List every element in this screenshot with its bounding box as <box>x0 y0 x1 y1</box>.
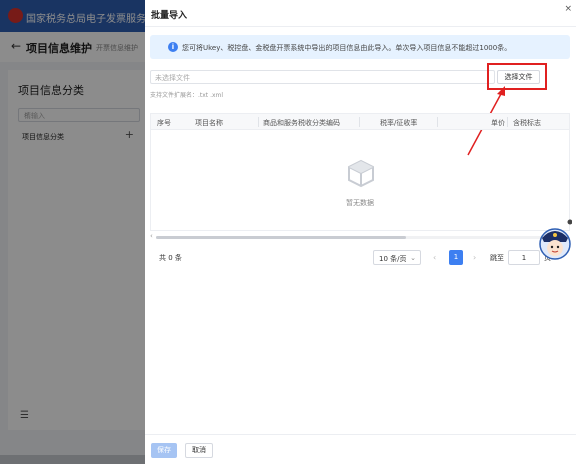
column-header: 商品和服务税收分类编码 <box>263 119 340 127</box>
annotation-arrow <box>467 86 505 156</box>
assistant-mascot-icon[interactable] <box>528 218 572 270</box>
total-count: 共 0 条 <box>159 254 182 262</box>
column-header: 序号 <box>157 119 171 127</box>
empty-text: 暂无数据 <box>346 199 374 207</box>
column-separator <box>359 117 360 127</box>
column-separator <box>437 117 438 127</box>
empty-box-icon <box>348 159 374 188</box>
cancel-button[interactable]: 取消 <box>185 443 213 458</box>
column-separator <box>258 117 259 127</box>
scroll-thumb[interactable] <box>156 236 406 239</box>
next-page-icon[interactable]: › <box>473 253 476 262</box>
batch-import-drawer: 批量导入 × i 您可将Ukey、税控盘、金税盘开票系统中导出的项目信息由此导入… <box>145 0 576 464</box>
horizontal-scrollbar[interactable]: ‹ <box>150 232 570 240</box>
table-header: 序号 项目名称 商品和服务税收分类编码 税率/征收率 单价 含税标志 <box>151 114 569 130</box>
page-size-value: 10 条/页 <box>379 255 407 263</box>
column-header: 含税标志 <box>513 119 541 127</box>
chevron-down-icon: ⌄ <box>410 254 416 262</box>
column-separator <box>507 117 508 127</box>
column-header: 单价 <box>491 119 505 127</box>
current-page-button[interactable]: 1 <box>449 250 463 265</box>
footer-divider <box>145 434 576 435</box>
column-header: 项目名称 <box>195 119 223 127</box>
page-size-select[interactable]: 10 条/页 ⌄ <box>373 250 421 265</box>
scroll-left-icon[interactable]: ‹ <box>150 232 153 240</box>
import-table: 序号 项目名称 商品和服务税收分类编码 税率/征收率 单价 含税标志 暂无数据 <box>150 113 570 231</box>
file-extension-hint: 支持文件扩展名：.txt .xml <box>150 92 224 99</box>
jump-label: 跳至 <box>490 254 504 262</box>
prev-page-icon[interactable]: ‹ <box>433 253 436 262</box>
save-button[interactable]: 保存 <box>151 443 177 458</box>
column-header: 税率/征收率 <box>380 119 418 127</box>
